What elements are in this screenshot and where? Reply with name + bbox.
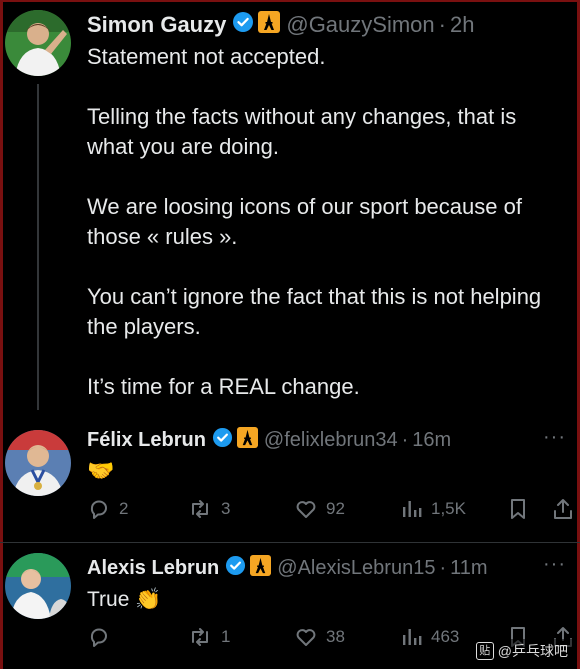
reply-count: 2 xyxy=(119,499,129,518)
more-dots-icon[interactable]: ··· xyxy=(543,426,566,449)
action-bar: 2 3 92 1,5K xyxy=(87,497,572,527)
heart-icon xyxy=(296,501,316,518)
repost-button[interactable]: 1 xyxy=(187,625,230,649)
tweet-header: Félix Lebrun @felixlebrun34 · 16m xyxy=(87,426,451,454)
verified-badge-icon xyxy=(212,427,233,454)
views-button[interactable]: 463 xyxy=(401,625,459,649)
author-handle[interactable]: @AlexisLebrun15 xyxy=(277,557,435,580)
verified-badge-icon xyxy=(232,11,254,39)
reply-icon xyxy=(90,628,107,647)
repost-icon xyxy=(192,628,208,646)
timestamp[interactable]: 16m xyxy=(412,429,451,452)
author-handle[interactable]: @felixlebrun34 xyxy=(264,429,398,452)
dot-separator: · xyxy=(438,12,446,37)
author-handle[interactable]: @GauzySimon xyxy=(286,12,434,38)
more-dots-icon[interactable]: ··· xyxy=(543,553,566,576)
like-count: 38 xyxy=(326,627,345,646)
views-count: 463 xyxy=(431,627,460,646)
views-icon xyxy=(403,501,422,517)
eiffel-tower-icon xyxy=(250,554,272,582)
avatar[interactable] xyxy=(5,430,71,496)
like-button[interactable]: 92 xyxy=(294,497,345,521)
avatar[interactable] xyxy=(5,10,71,76)
repost-count: 1 xyxy=(221,627,231,646)
repost-icon xyxy=(192,500,208,518)
reply-button[interactable] xyxy=(87,625,119,649)
share-icon xyxy=(554,499,572,519)
views-count: 1,5K xyxy=(431,499,466,518)
author-name[interactable]: Simon Gauzy xyxy=(87,12,226,38)
dot-separator: · xyxy=(401,428,409,451)
heart-icon xyxy=(296,629,316,646)
dot-separator: · xyxy=(439,556,447,579)
tweet-paragraph: It’s time for a REAL change. xyxy=(87,374,360,399)
repost-count: 3 xyxy=(221,499,231,518)
tweet-simon-gauzy[interactable]: Simon Gauzy @GauzySimon · 2h Statement n… xyxy=(0,0,580,420)
tweet-paragraph: You can’t ignore the fact that this is n… xyxy=(87,284,542,339)
timestamp[interactable]: 2h xyxy=(450,12,474,38)
tweet-text: Statement not accepted. Telling the fact… xyxy=(87,42,567,402)
avatar[interactable] xyxy=(5,553,71,619)
tweet-text: True 👏 xyxy=(87,588,162,611)
tweet-paragraph: Telling the facts without any changes, t… xyxy=(87,104,517,159)
views-button[interactable]: 1,5K xyxy=(401,497,466,521)
tweet-paragraph: Statement not accepted. xyxy=(87,44,326,69)
eiffel-tower-icon xyxy=(258,11,281,39)
like-button[interactable]: 38 xyxy=(294,625,345,649)
watermark: 贴 @乒乓球吧 xyxy=(471,639,572,663)
bookmark-button[interactable] xyxy=(507,497,529,521)
like-count: 92 xyxy=(326,499,345,518)
eiffel-tower-icon xyxy=(236,426,258,454)
bookmark-icon xyxy=(511,499,525,519)
reply-icon xyxy=(90,500,107,519)
author-name[interactable]: Félix Lebrun xyxy=(87,429,206,452)
watermark-label: @乒乓球吧 xyxy=(497,643,568,659)
watermark-badge: 贴 xyxy=(475,642,494,660)
share-button[interactable] xyxy=(552,497,574,521)
tweet-paragraph: We are loosing icons of our sport becaus… xyxy=(87,194,522,249)
reply-button[interactable]: 2 xyxy=(87,497,128,521)
tweet-header: Alexis Lebrun @AlexisLebrun15 · 11m xyxy=(87,554,488,582)
thread-line xyxy=(37,84,39,410)
views-icon xyxy=(403,629,422,645)
tweet-header: Simon Gauzy @GauzySimon · 2h xyxy=(87,10,474,40)
repost-button[interactable]: 3 xyxy=(187,497,230,521)
tweet-felix-lebrun[interactable]: Félix Lebrun @felixlebrun34 · 16m ··· 🤝 … xyxy=(0,420,580,542)
tweet-text: 🤝 xyxy=(87,458,115,483)
author-name[interactable]: Alexis Lebrun xyxy=(87,557,219,580)
timestamp[interactable]: 11m xyxy=(450,557,487,580)
verified-badge-icon xyxy=(225,555,246,582)
